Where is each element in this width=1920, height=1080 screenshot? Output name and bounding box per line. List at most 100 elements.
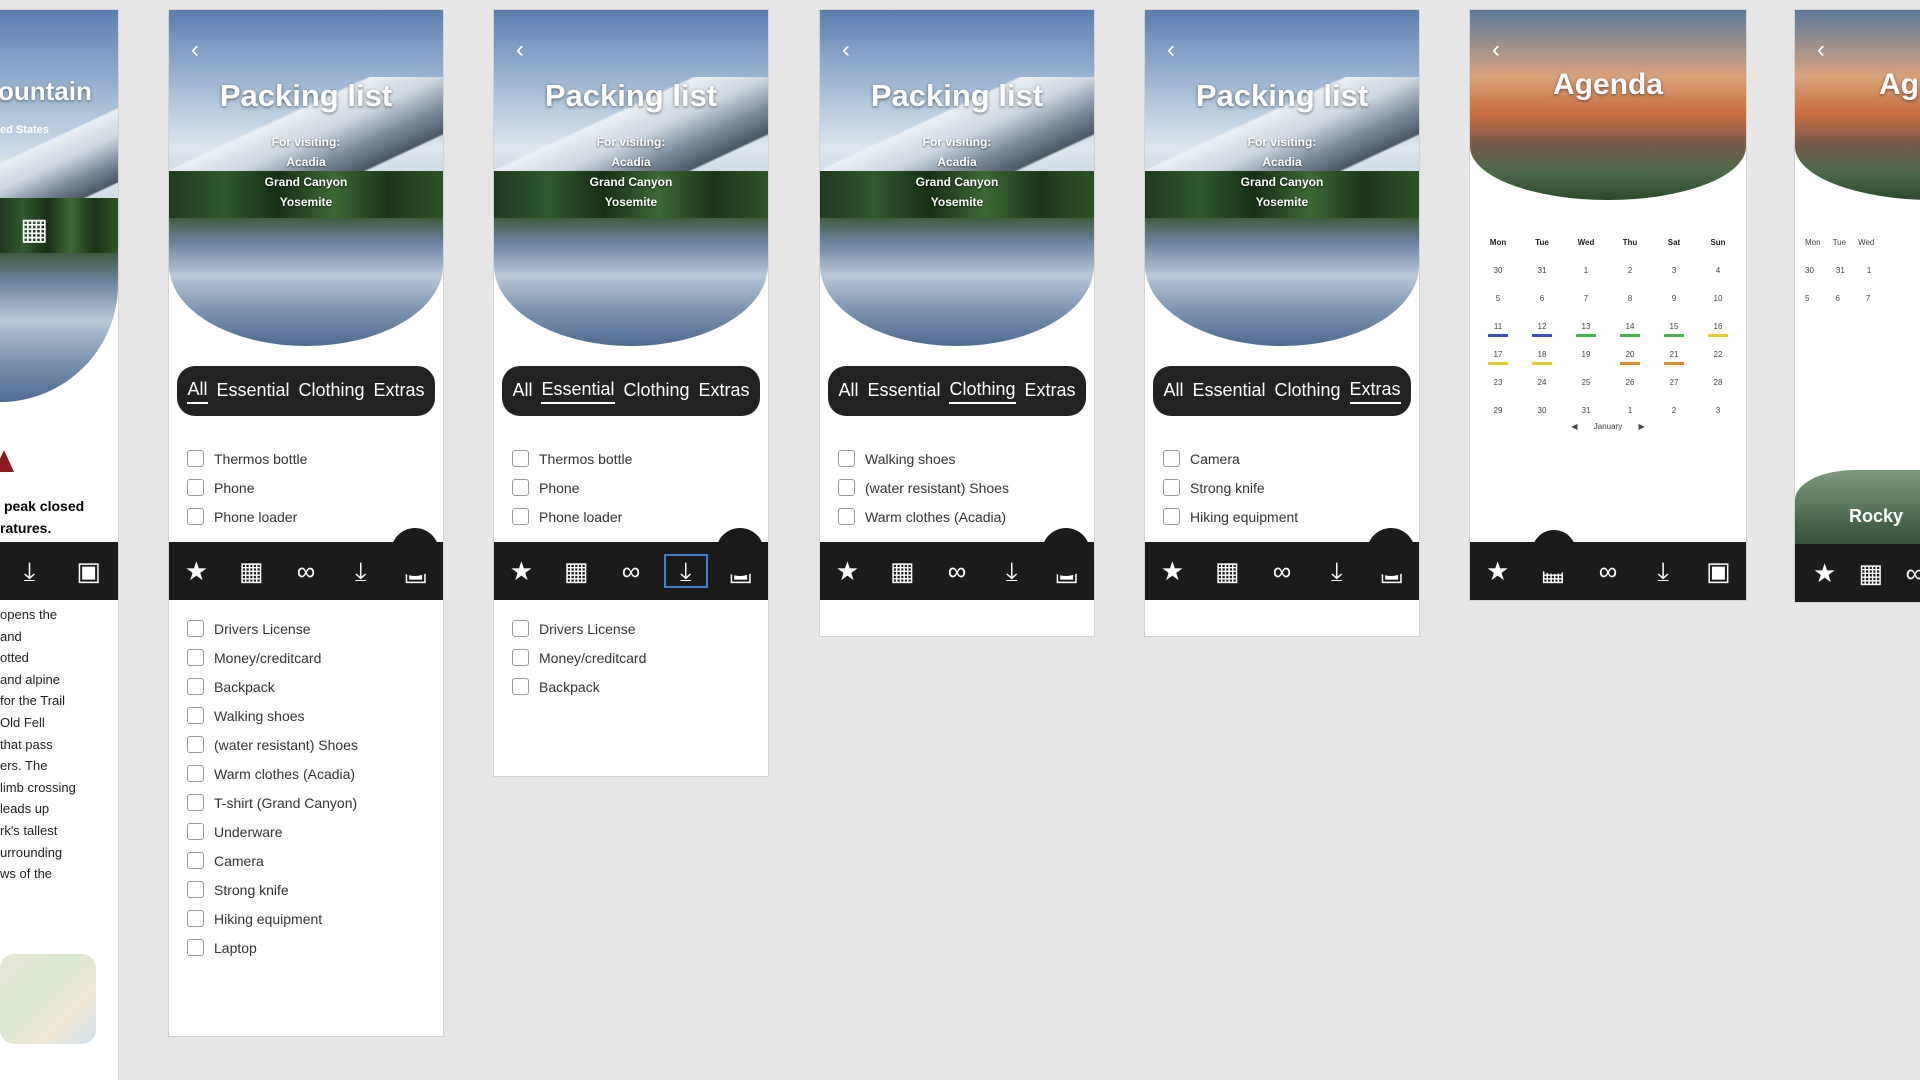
list-item[interactable]: Drivers License (512, 614, 756, 643)
calendar-day[interactable]: 2 (1656, 406, 1692, 415)
list-item[interactable]: Camera (1163, 444, 1407, 473)
calendar-day[interactable]: 30 (1524, 406, 1560, 415)
checkbox[interactable] (512, 678, 529, 695)
list-item[interactable]: Underware (187, 817, 431, 846)
back-arrow-icon[interactable]: ‹ (1167, 36, 1175, 64)
list-item[interactable]: Walking shoes (838, 444, 1082, 473)
binoculars-icon[interactable]: ∞ (613, 558, 649, 584)
list-item[interactable]: Drivers License (187, 614, 431, 643)
checkbox[interactable] (187, 707, 204, 724)
calendar-day[interactable]: 19 (1568, 350, 1604, 359)
checkbox[interactable] (187, 939, 204, 956)
grid-icon[interactable]: ▦ (1858, 560, 1883, 586)
tab-extras[interactable]: Extras (1025, 380, 1076, 403)
tab-clothing[interactable]: Clothing (623, 380, 689, 403)
tab-extras[interactable]: Extras (699, 380, 750, 403)
tab-all[interactable]: All (187, 379, 208, 404)
map-thumbnail[interactable] (0, 954, 96, 1044)
calendar-day[interactable]: 8 (1612, 294, 1648, 303)
checkbox[interactable] (187, 765, 204, 782)
tab-clothing[interactable]: Clothing (1274, 380, 1340, 403)
list-item[interactable]: Money/creditcard (187, 643, 431, 672)
checkbox[interactable] (187, 823, 204, 840)
download-icon[interactable]: ⤓ (663, 554, 708, 588)
tab-all[interactable]: All (512, 380, 532, 403)
grid-icon[interactable]: ▦ (233, 558, 269, 584)
calendar-day[interactable]: 27 (1656, 378, 1692, 387)
tab-extras[interactable]: Extras (1349, 379, 1401, 404)
calendar-day[interactable]: 10 (1700, 294, 1736, 303)
tab-extras[interactable]: Extras (374, 380, 425, 403)
star-icon[interactable]: ★ (1154, 558, 1190, 584)
calendar-day[interactable]: 2 (1612, 266, 1648, 275)
calendar-day[interactable]: 13 (1568, 322, 1604, 337)
list-item[interactable]: T-shirt (Grand Canyon) (187, 788, 431, 817)
back-arrow-icon[interactable]: ‹ (1817, 36, 1825, 64)
tab-essential[interactable]: Essential (541, 379, 615, 404)
grid-icon[interactable]: ▦ (884, 558, 920, 584)
binoculars-icon[interactable]: ∞ (939, 558, 975, 584)
park-card[interactable]: Rocky (1795, 470, 1920, 544)
binoculars-icon[interactable]: ∞ (1590, 558, 1626, 584)
calendar-day[interactable]: 14 (1612, 322, 1648, 337)
tab-essential[interactable]: Essential (867, 380, 940, 403)
calendar-day[interactable]: 1 (1612, 406, 1648, 415)
checkbox[interactable] (187, 736, 204, 753)
list-item[interactable]: Phone loader (512, 502, 756, 531)
calendar-day[interactable]: 11 (1480, 322, 1516, 337)
list-item[interactable]: Walking shoes (187, 701, 431, 730)
calendar-day[interactable]: 5 (1480, 294, 1516, 303)
calendar-day[interactable]: 1 (1568, 266, 1604, 275)
star-icon[interactable]: ★ (829, 558, 865, 584)
checkbox[interactable] (838, 450, 855, 467)
backpack-icon[interactable]: ▣ (1700, 558, 1736, 584)
list-item[interactable]: Strong knife (187, 875, 431, 904)
calendar-day[interactable]: 3 (1700, 406, 1736, 415)
calendar-day[interactable]: 9 (1656, 294, 1692, 303)
calendar-day[interactable]: 3 (1656, 266, 1692, 275)
download-icon[interactable]: ⤓ (12, 558, 48, 584)
grid-icon[interactable]: ▦ (558, 558, 594, 584)
checkbox[interactable] (512, 508, 529, 525)
calendar-day[interactable]: 12 (1524, 322, 1560, 337)
calendar-day[interactable]: 7 (1568, 294, 1604, 303)
calendar-day[interactable]: 20 (1612, 350, 1648, 365)
next-month-icon[interactable]: ▶ (1638, 422, 1644, 431)
download-icon[interactable]: ⤓ (994, 558, 1030, 584)
checkbox[interactable] (187, 794, 204, 811)
binoculars-icon[interactable]: ∞ (1264, 558, 1300, 584)
star-icon[interactable]: ★ (1480, 558, 1516, 584)
list-item[interactable]: Strong knife (1163, 473, 1407, 502)
star-icon[interactable]: ★ (503, 558, 539, 584)
list-item[interactable]: Thermos bottle (512, 444, 756, 473)
checkbox[interactable] (187, 910, 204, 927)
checkbox[interactable] (187, 479, 204, 496)
checkbox[interactable] (512, 649, 529, 666)
grid-icon[interactable]: ▦ (20, 214, 52, 246)
checkbox[interactable] (187, 649, 204, 666)
checkbox[interactable] (1163, 479, 1180, 496)
checkbox[interactable] (838, 479, 855, 496)
calendar-day[interactable]: 15 (1656, 322, 1692, 337)
checkbox[interactable] (187, 450, 204, 467)
download-icon[interactable]: ⤓ (343, 558, 379, 584)
back-arrow-icon[interactable]: ‹ (516, 36, 524, 64)
list-item[interactable]: Warm clothes (Acadia) (187, 759, 431, 788)
calendar-day[interactable]: 29 (1480, 406, 1516, 415)
star-icon[interactable]: ★ (178, 558, 214, 584)
list-item[interactable]: Warm clothes (Acadia) (838, 502, 1082, 531)
list-item[interactable]: Money/creditcard (512, 643, 756, 672)
calendar-day[interactable]: 25 (1568, 378, 1604, 387)
binoculars-icon[interactable]: ∞ (288, 558, 324, 584)
star-icon[interactable]: ★ (1813, 560, 1836, 586)
calendar-day[interactable]: 31 (1524, 266, 1560, 275)
download-icon[interactable]: ⤓ (1319, 558, 1355, 584)
checkbox[interactable] (187, 881, 204, 898)
calendar-day[interactable]: 24 (1524, 378, 1560, 387)
calendar-day[interactable]: 22 (1700, 350, 1736, 359)
calendar-day[interactable]: 23 (1480, 378, 1516, 387)
calendar-day[interactable]: 17 (1480, 350, 1516, 365)
calendar-day[interactable]: 21 (1656, 350, 1692, 365)
list-item[interactable]: Hiking equipment (1163, 502, 1407, 531)
checkbox[interactable] (187, 508, 204, 525)
